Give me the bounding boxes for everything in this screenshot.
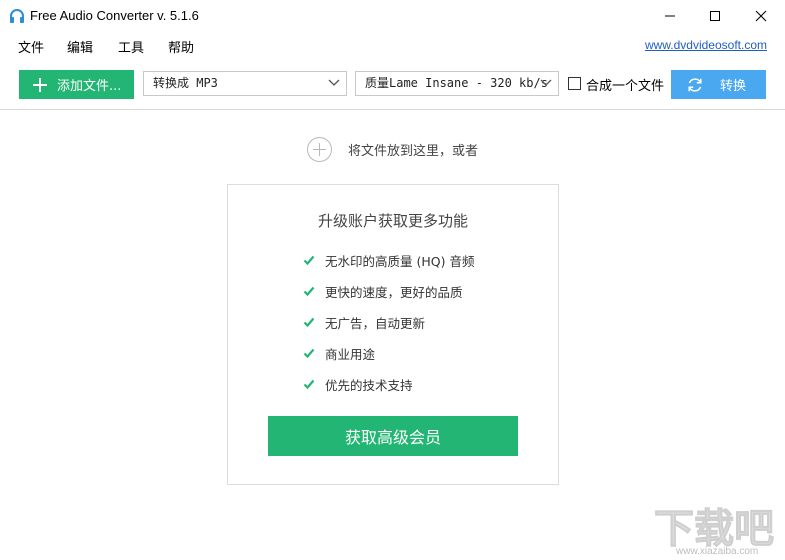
drop-zone[interactable]: 将文件放到这里，或者 bbox=[307, 136, 478, 162]
feature-item: 无广告，自动更新 bbox=[303, 312, 425, 332]
menu-help[interactable]: 帮助 bbox=[168, 37, 194, 56]
output-format-value: 转换成 MP3 bbox=[153, 76, 218, 90]
merge-checkbox[interactable] bbox=[568, 77, 581, 90]
upgrade-title: 升级账户获取更多功能 bbox=[317, 212, 468, 230]
convert-label: 转换 bbox=[720, 79, 747, 94]
menu-file[interactable]: 文件 bbox=[18, 37, 44, 56]
menu-edit[interactable]: 编辑 bbox=[67, 37, 93, 56]
upgrade-panel: 升级账户获取更多功能 无水印的高质量 (HQ) 音频 更快的速度，更好的品质 无… bbox=[227, 184, 559, 485]
chevron-down-icon bbox=[540, 79, 552, 86]
chevron-down-icon bbox=[328, 79, 340, 86]
maximize-button[interactable] bbox=[692, 0, 738, 32]
refresh-icon bbox=[688, 77, 702, 92]
quality-select[interactable]: 质量Lame Insane - 320 kb/s bbox=[355, 71, 559, 96]
feature-text: 无水印的高质量 (HQ) 音频 bbox=[325, 253, 475, 269]
checkmark-icon bbox=[303, 255, 315, 266]
maximize-icon bbox=[710, 11, 720, 21]
checkmark-icon bbox=[303, 348, 315, 359]
minimize-button[interactable] bbox=[647, 0, 693, 32]
checkmark-icon bbox=[303, 286, 315, 297]
window-title: Free Audio Converter v. 5.1.6 bbox=[30, 8, 199, 23]
title-bar: Free Audio Converter v. 5.1.6 bbox=[0, 0, 785, 32]
watermark-url: www.xiazaiba.com bbox=[676, 546, 759, 557]
menu-tools[interactable]: 工具 bbox=[118, 37, 144, 56]
feature-item: 更快的速度，更好的品质 bbox=[303, 281, 463, 301]
convert-button[interactable]: 转换 bbox=[671, 70, 766, 99]
feature-text: 无广告，自动更新 bbox=[325, 315, 426, 331]
feature-text: 商业用途 bbox=[325, 346, 376, 362]
checkmark-icon bbox=[303, 317, 315, 328]
add-files-button[interactable]: 添加文件... bbox=[19, 70, 134, 99]
drop-hint: 将文件放到这里，或者 bbox=[348, 143, 479, 159]
get-premium-label: 获取高级会员 bbox=[344, 428, 441, 447]
menu-bar: 文件 编辑 工具 帮助 www.dvdvideosoft.com bbox=[0, 32, 785, 58]
add-files-label: 添加文件... bbox=[57, 79, 122, 94]
toolbar: 添加文件... 转换成 MP3 质量Lame Insane - 320 kb/s… bbox=[0, 58, 785, 110]
headphones-icon bbox=[10, 9, 24, 23]
feature-item: 商业用途 bbox=[303, 343, 375, 363]
feature-text: 更快的速度，更好的品质 bbox=[325, 284, 463, 300]
close-button[interactable] bbox=[738, 0, 784, 32]
feature-item: 无水印的高质量 (HQ) 音频 bbox=[303, 250, 474, 270]
close-icon bbox=[755, 10, 767, 22]
add-circle-icon[interactable] bbox=[307, 136, 332, 162]
checkmark-icon bbox=[303, 379, 315, 390]
feature-item: 优先的技术支持 bbox=[303, 374, 413, 394]
website-link[interactable]: www.dvdvideosoft.com bbox=[645, 38, 767, 52]
merge-label: 合成一个文件 bbox=[586, 79, 665, 94]
feature-text: 优先的技术支持 bbox=[325, 377, 413, 393]
get-premium-button[interactable]: 获取高级会员 bbox=[268, 416, 518, 456]
minimize-icon bbox=[665, 15, 675, 17]
plus-icon bbox=[33, 77, 47, 92]
output-format-select[interactable]: 转换成 MP3 bbox=[143, 71, 347, 96]
quality-value: 质量Lame Insane - 320 kb/s bbox=[365, 76, 548, 90]
